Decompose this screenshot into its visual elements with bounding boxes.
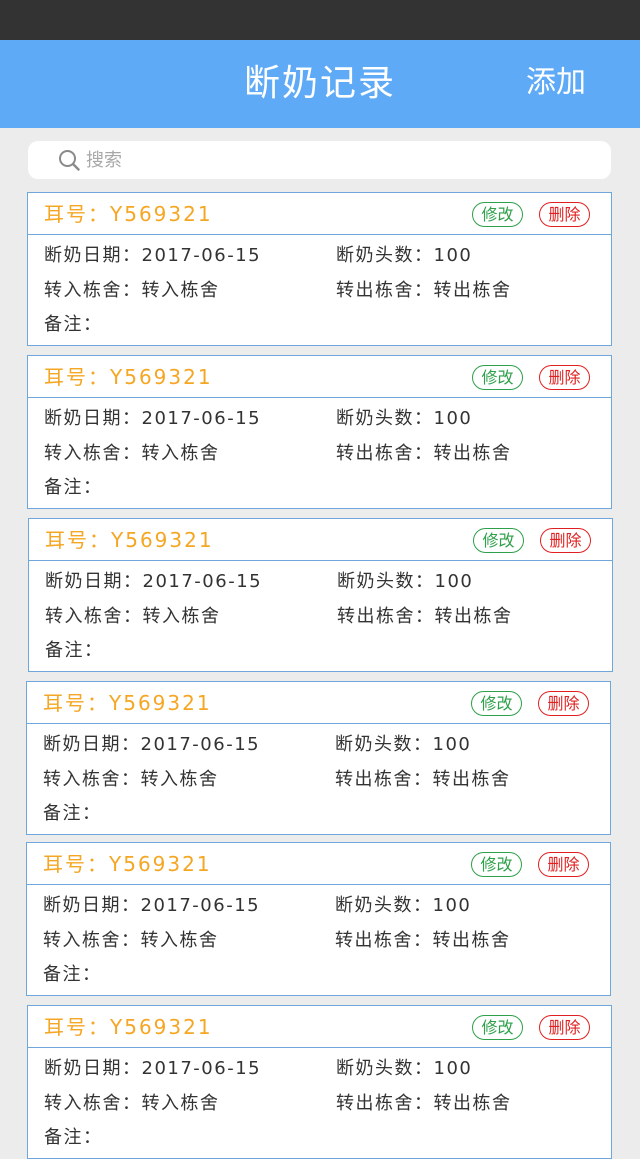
wean-date: 断奶日期：2017-06-15 xyxy=(45,571,263,592)
record-card: 耳号：Y569321 修改 删除 断奶日期：2017-06-15 断奶头数：10… xyxy=(26,681,611,835)
delete-button[interactable]: 删除 xyxy=(539,365,590,390)
edit-button[interactable]: 修改 xyxy=(471,852,522,877)
in-barn: 转入栋舍：转入栋舍 xyxy=(44,280,220,301)
in-barn: 转入栋舍：转入栋舍 xyxy=(44,443,220,464)
in-barn: 转入栋舍：转入栋舍 xyxy=(43,769,219,790)
note: 备注： xyxy=(45,640,104,661)
out-barn: 转出栋舍：转出栋舍 xyxy=(335,930,511,951)
record-card-header: 耳号：Y569321 修改 删除 xyxy=(28,356,611,398)
edit-button[interactable]: 修改 xyxy=(471,691,522,716)
ear-number: 耳号：Y569321 xyxy=(43,691,212,715)
wean-date: 断奶日期：2017-06-15 xyxy=(44,1058,262,1079)
delete-button[interactable]: 删除 xyxy=(538,852,589,877)
ear-number: 耳号：Y569321 xyxy=(43,852,212,876)
record-card-header: 耳号：Y569321 修改 删除 xyxy=(29,519,612,561)
record-card: 耳号：Y569321 修改 删除 断奶日期：2017-06-15 断奶头数：10… xyxy=(27,192,612,346)
ear-number: 耳号：Y569321 xyxy=(45,528,214,552)
record-card: 耳号：Y569321 修改 删除 断奶日期：2017-06-15 断奶头数：10… xyxy=(27,355,612,509)
status-bar xyxy=(0,0,640,40)
delete-button[interactable]: 删除 xyxy=(538,691,589,716)
note: 备注： xyxy=(44,1127,103,1148)
out-barn: 转出栋舍：转出栋舍 xyxy=(336,280,512,301)
in-barn: 转入栋舍：转入栋舍 xyxy=(44,1093,220,1114)
wean-date: 断奶日期：2017-06-15 xyxy=(44,245,262,266)
edit-button[interactable]: 修改 xyxy=(472,365,523,390)
note: 备注： xyxy=(43,964,102,985)
delete-button[interactable]: 删除 xyxy=(539,1015,590,1040)
record-card-header: 耳号：Y569321 修改 删除 xyxy=(28,193,611,235)
in-barn: 转入栋舍：转入栋舍 xyxy=(43,930,219,951)
ear-number: 耳号：Y569321 xyxy=(44,1015,213,1039)
wean-count: 断奶头数：100 xyxy=(336,1058,473,1079)
record-card-header: 耳号：Y569321 修改 删除 xyxy=(28,1006,611,1048)
note: 备注： xyxy=(43,803,102,824)
search-icon xyxy=(59,150,80,171)
note: 备注： xyxy=(44,314,103,335)
add-button[interactable]: 添加 xyxy=(526,40,586,128)
nav-bar: 断奶记录 添加 xyxy=(0,40,640,128)
out-barn: 转出栋舍：转出栋舍 xyxy=(337,606,513,627)
edit-button[interactable]: 修改 xyxy=(472,202,523,227)
delete-button[interactable]: 删除 xyxy=(540,528,591,553)
wean-count: 断奶头数：100 xyxy=(335,734,472,755)
out-barn: 转出栋舍：转出栋舍 xyxy=(336,1093,512,1114)
edit-button[interactable]: 修改 xyxy=(472,1015,523,1040)
out-barn: 转出栋舍：转出栋舍 xyxy=(335,769,511,790)
out-barn: 转出栋舍：转出栋舍 xyxy=(336,443,512,464)
wean-date: 断奶日期：2017-06-15 xyxy=(43,734,261,755)
delete-button[interactable]: 删除 xyxy=(539,202,590,227)
wean-count: 断奶头数：100 xyxy=(336,408,473,429)
ear-number: 耳号：Y569321 xyxy=(44,202,213,226)
wean-count: 断奶头数：100 xyxy=(337,571,474,592)
wean-date: 断奶日期：2017-06-15 xyxy=(44,408,262,429)
search-bar[interactable] xyxy=(28,141,611,179)
record-card-header: 耳号：Y569321 修改 删除 xyxy=(27,843,610,885)
record-card-header: 耳号：Y569321 修改 删除 xyxy=(27,682,610,724)
wean-count: 断奶头数：100 xyxy=(336,245,473,266)
wean-count: 断奶头数：100 xyxy=(335,895,472,916)
note: 备注： xyxy=(44,477,103,498)
search-input[interactable] xyxy=(86,141,586,179)
ear-number: 耳号：Y569321 xyxy=(44,365,213,389)
record-card: 耳号：Y569321 修改 删除 断奶日期：2017-06-15 断奶头数：10… xyxy=(28,518,613,672)
in-barn: 转入栋舍：转入栋舍 xyxy=(45,606,221,627)
record-card: 耳号：Y569321 修改 删除 断奶日期：2017-06-15 断奶头数：10… xyxy=(26,842,611,996)
wean-date: 断奶日期：2017-06-15 xyxy=(43,895,261,916)
edit-button[interactable]: 修改 xyxy=(473,528,524,553)
